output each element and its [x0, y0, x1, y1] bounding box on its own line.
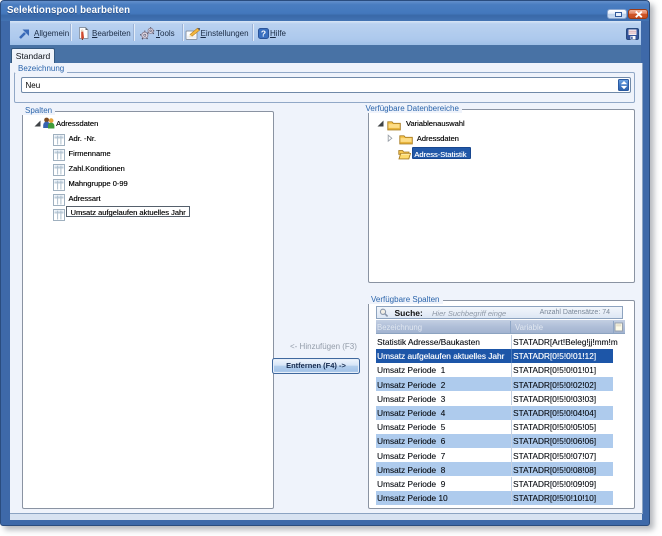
svg-text:?: ? [261, 28, 266, 38]
